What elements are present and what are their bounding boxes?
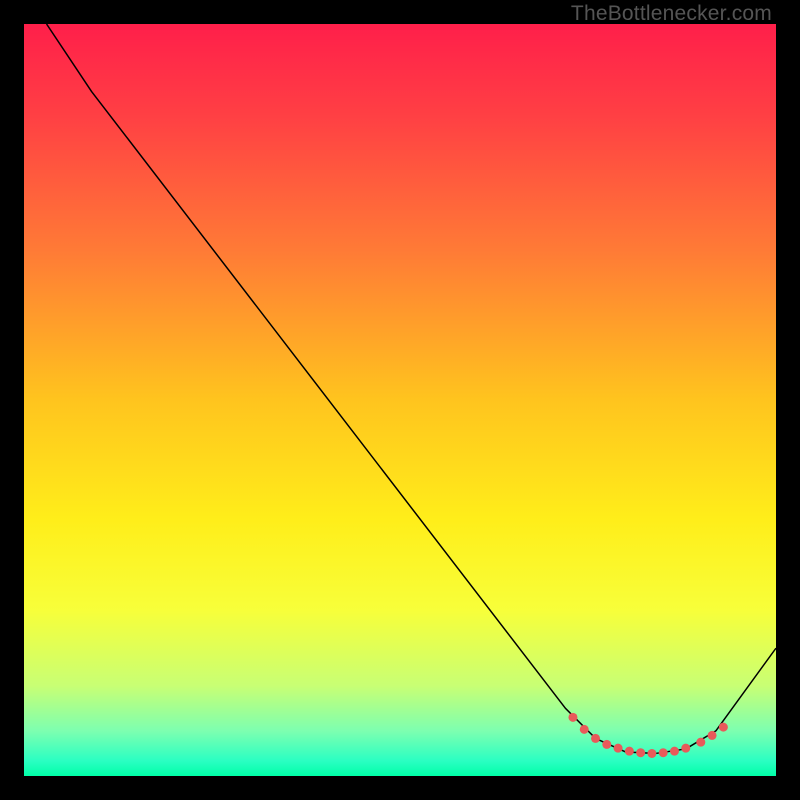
marker-dot (591, 734, 600, 743)
plot-area (24, 24, 776, 776)
watermark-text: TheBottlenecker.com (571, 2, 772, 26)
marker-dot (647, 749, 656, 758)
marker-dot (719, 723, 728, 732)
chart-frame: TheBottlenecker.com (0, 0, 800, 800)
marker-dot (614, 744, 623, 753)
marker-dot (696, 738, 705, 747)
marker-dot (602, 740, 611, 749)
marker-dot (659, 748, 668, 757)
marker-dot (625, 747, 634, 756)
marker-dot (681, 744, 690, 753)
marker-dot (580, 725, 589, 734)
marker-dot (708, 731, 717, 740)
chart-svg (24, 24, 776, 776)
marker-dot (670, 747, 679, 756)
marker-dot (636, 748, 645, 757)
gradient-background (24, 24, 776, 776)
marker-dot (568, 713, 577, 722)
